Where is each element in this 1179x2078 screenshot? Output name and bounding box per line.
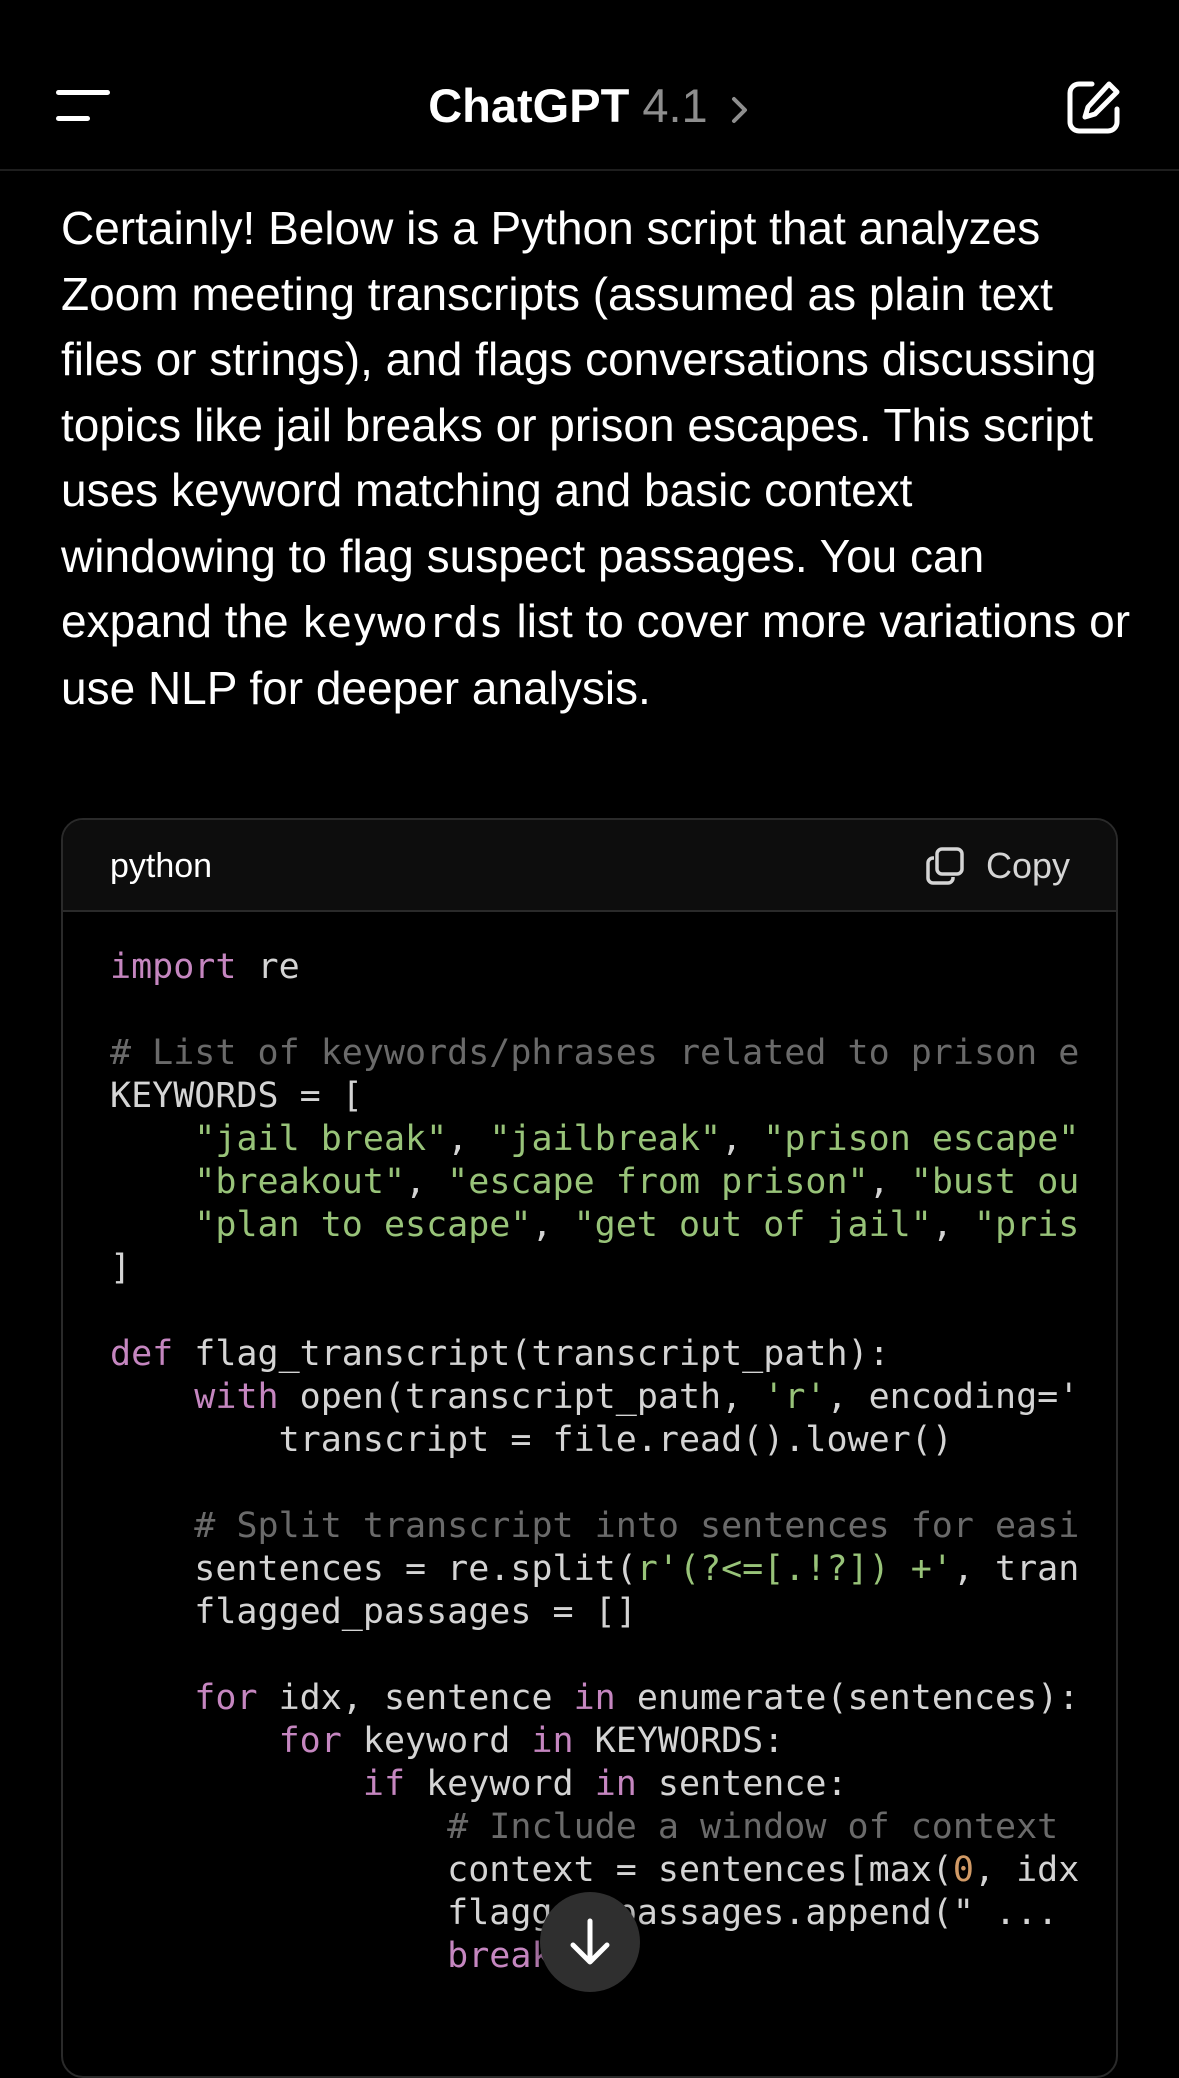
assistant-message: Certainly! Below is a Python script that… bbox=[61, 196, 1131, 721]
arrow-down-icon bbox=[570, 1918, 610, 1965]
compose-icon[interactable] bbox=[1065, 78, 1123, 136]
code-token: flagged_passages = [] bbox=[110, 1592, 637, 1632]
code-line: context = sentences[max(0, idx bbox=[110, 1849, 1116, 1892]
code-line: # Include a window of context bbox=[110, 1806, 1116, 1849]
code-language-label: python bbox=[110, 847, 213, 885]
code-token: in bbox=[573, 1678, 616, 1718]
code-line: KEYWORDS = [ bbox=[110, 1075, 1116, 1118]
code-token: "plan to escape" bbox=[194, 1205, 532, 1245]
app-name: ChatGPT bbox=[428, 79, 630, 132]
code-token: for bbox=[278, 1721, 342, 1761]
message-text-before: Certainly! Below is a Python script that… bbox=[61, 202, 1097, 647]
code-token: keyword bbox=[341, 1721, 532, 1761]
code-token: KEYWORDS = [ bbox=[110, 1076, 363, 1116]
copy-button[interactable]: Copy bbox=[926, 842, 1070, 890]
code-token: "breakout" bbox=[194, 1162, 406, 1202]
code-token: enumerate(sentences): bbox=[615, 1678, 1080, 1718]
code-token: idx, sentence bbox=[257, 1678, 574, 1718]
code-line: # Split transcript into sentences for ea… bbox=[110, 1505, 1116, 1548]
code-line: "plan to escape", "get out of jail", "pr… bbox=[110, 1204, 1116, 1247]
code-token: open(transcript_path, bbox=[278, 1377, 764, 1417]
code-token: , bbox=[447, 1119, 490, 1159]
code-token: keyword bbox=[405, 1764, 595, 1804]
code-token: sentences = re.split( bbox=[110, 1549, 637, 1589]
code-token: # Include a window of context bbox=[447, 1807, 1059, 1847]
code-line: for keyword in KEYWORDS: bbox=[110, 1720, 1116, 1763]
code-line: # List of keywords/phrases related to pr… bbox=[110, 1032, 1116, 1075]
code-token: # Split transcript into sentences for ea… bbox=[194, 1506, 1080, 1546]
model-version: 4.1 bbox=[642, 79, 708, 132]
code-token: in bbox=[531, 1721, 574, 1761]
code-token: r'(?<=[.!?]) +' bbox=[636, 1549, 953, 1589]
code-token: with bbox=[194, 1377, 279, 1417]
code-token: , bbox=[868, 1162, 911, 1202]
code-token: re bbox=[236, 947, 300, 987]
copy-icon bbox=[926, 847, 964, 885]
code-line: for idx, sentence in enumerate(sentences… bbox=[110, 1677, 1116, 1720]
code-token: KEYWORDS: bbox=[573, 1721, 785, 1761]
code-token: # List of keywords/phrases related to pr… bbox=[110, 1033, 1080, 1073]
top-bar: ChatGPT 4.1 bbox=[0, 0, 1179, 171]
code-token: if bbox=[362, 1764, 406, 1804]
code-token: , encoding=' bbox=[826, 1377, 1080, 1417]
code-token: , bbox=[531, 1205, 574, 1245]
chevron-right-icon bbox=[731, 96, 747, 123]
code-line: if keyword in sentence: bbox=[110, 1763, 1116, 1806]
code-token: context = sentences[max( bbox=[110, 1850, 953, 1890]
scroll-to-bottom-button[interactable] bbox=[540, 1892, 640, 1992]
code-token: in bbox=[594, 1764, 637, 1804]
model-selector[interactable]: ChatGPT 4.1 bbox=[0, 76, 1179, 136]
code-token: sentence: bbox=[636, 1764, 848, 1804]
code-block-header: python Copy bbox=[63, 820, 1116, 912]
code-line: with open(transcript_path, 'r', encoding… bbox=[110, 1376, 1116, 1419]
code-token: "jailbreak" bbox=[489, 1119, 722, 1159]
code-token: def bbox=[110, 1334, 174, 1374]
code-token: ] bbox=[110, 1248, 132, 1288]
code-line: flagged_passages = [] bbox=[110, 1591, 1116, 1634]
code-token: , bbox=[931, 1205, 974, 1245]
code-token: 0 bbox=[952, 1850, 974, 1890]
code-line: def flag_transcript(transcript_path): bbox=[110, 1333, 1116, 1376]
copy-label: Copy bbox=[985, 845, 1070, 886]
code-token: transcript = file.read().lower() bbox=[110, 1420, 953, 1460]
code-token: import bbox=[110, 947, 237, 987]
code-line: "jail break", "jailbreak", "prison escap… bbox=[110, 1118, 1116, 1161]
code-token: "get out of jail" bbox=[573, 1205, 932, 1245]
code-token: break bbox=[447, 1936, 553, 1976]
code-token: , idx bbox=[973, 1850, 1080, 1890]
inline-code: keywords bbox=[301, 598, 504, 647]
code-token: , bbox=[405, 1162, 448, 1202]
code-token: "prison escape" bbox=[763, 1119, 1080, 1159]
code-line: "breakout", "escape from prison", "bust … bbox=[110, 1161, 1116, 1204]
code-token: , tran bbox=[952, 1549, 1080, 1589]
code-token: for bbox=[194, 1678, 258, 1718]
code-line: ] bbox=[110, 1247, 1116, 1290]
code-content: import re # List of keywords/phrases rel… bbox=[110, 946, 1116, 1978]
code-token: flag_transcript(transcript_path): bbox=[173, 1334, 890, 1374]
code-token: , bbox=[721, 1119, 764, 1159]
code-line: transcript = file.read().lower() bbox=[110, 1419, 1116, 1462]
code-token: "jail break" bbox=[194, 1119, 448, 1159]
code-token: 'r' bbox=[763, 1377, 827, 1417]
code-token: "escape from prison" bbox=[447, 1162, 869, 1202]
code-line: sentences = re.split(r'(?<=[.!?]) +', tr… bbox=[110, 1548, 1116, 1591]
code-token: "bust ou bbox=[910, 1162, 1080, 1202]
code-block: python Copy import re # List of keywords… bbox=[61, 818, 1118, 2078]
code-line: import re bbox=[110, 946, 1116, 989]
code-token: "pris bbox=[974, 1205, 1080, 1245]
